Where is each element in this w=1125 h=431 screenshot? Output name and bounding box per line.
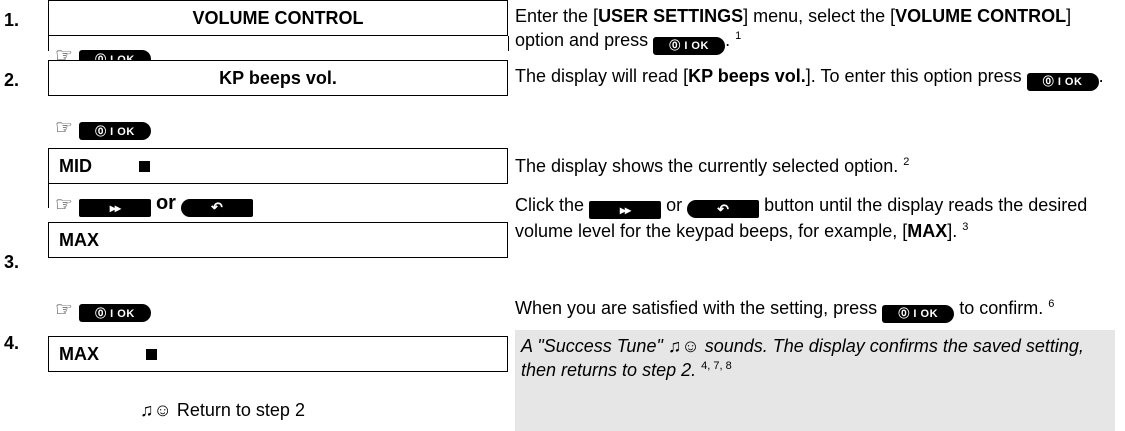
selected-marker-icon	[139, 160, 150, 172]
ok-button[interactable]: ⓪ I OK	[882, 305, 955, 323]
display-volume-control: VOLUME CONTROL	[48, 0, 508, 36]
step2-key-row: ☞ ⓪ I OK	[55, 116, 151, 140]
back-button[interactable]: ↶	[687, 200, 760, 218]
divider	[48, 180, 49, 208]
divider	[508, 36, 509, 51]
display-text: KP beeps vol.	[219, 67, 337, 88]
text: or	[666, 195, 683, 215]
step3-key-row: ☞ ▸▸ or ↶	[55, 192, 253, 217]
footnote-ref: 2	[903, 156, 910, 168]
step-number-3: 3.	[4, 252, 20, 272]
step3-description: Click the ▸▸ or ↶ button until the displ…	[515, 193, 1115, 243]
success-note: A "Success Tune" ♫☺ sounds. The display …	[515, 330, 1115, 431]
ok-button[interactable]: ⓪ I OK	[78, 122, 151, 140]
text: A "Success Tune" ♫☺ sounds. The display …	[521, 336, 1084, 356]
text: .	[1098, 66, 1104, 86]
text: When you are satisfied with the setting,…	[515, 298, 878, 318]
display-text: MAX	[59, 343, 99, 364]
text: The display will read [	[515, 66, 689, 86]
text: .	[691, 360, 697, 380]
text: Enter the [	[515, 6, 599, 26]
text: button until the display reads the desir…	[764, 195, 1088, 215]
selected-marker-icon	[146, 348, 157, 360]
ok-button[interactable]: ⓪ I OK	[78, 304, 151, 322]
text: The display shows the currently selected…	[515, 156, 899, 176]
display-mid: MID	[48, 148, 508, 184]
text: option and press	[515, 30, 649, 50]
display-max: MAX	[48, 222, 508, 258]
option-name: VOLUME CONTROL	[895, 6, 1067, 26]
forward-button[interactable]: ▸▸	[78, 199, 151, 217]
step-number-2: 2.	[4, 70, 20, 90]
hand-pointer-icon: ☞	[55, 299, 73, 321]
footnote-ref: 6	[1048, 298, 1055, 310]
display-text: MAX	[59, 229, 99, 250]
forward-button[interactable]: ▸▸	[589, 201, 662, 219]
ok-button[interactable]: ⓪ I OK	[653, 37, 726, 55]
text: ]	[1066, 6, 1072, 26]
return-to-step-2: ♫☺ Return to step 2	[140, 400, 305, 420]
back-button[interactable]: ↶	[180, 198, 253, 217]
step4-description: When you are satisfied with the setting,…	[515, 296, 1115, 323]
hand-pointer-icon: ☞	[55, 194, 73, 216]
step4-key-row: ☞ ⓪ I OK	[55, 298, 151, 322]
mid-description: The display shows the currently selected…	[515, 154, 1115, 178]
display-kp-beeps: KP beeps vol.	[48, 60, 508, 96]
text: Click the	[515, 195, 585, 215]
text: to confirm.	[959, 298, 1044, 318]
text: .	[725, 30, 731, 50]
step2-description: The display will read [KP beeps vol.]. T…	[515, 64, 1115, 91]
display-text: MID	[59, 155, 92, 176]
option-name: MAX	[907, 221, 948, 241]
step-number-1: 1.	[4, 10, 20, 30]
step1-description: Enter the [USER SETTINGS] menu, select t…	[515, 4, 1115, 55]
text: then returns to step 2	[521, 360, 692, 380]
display-text: VOLUME CONTROL	[192, 7, 364, 28]
footnote-ref: 3	[962, 221, 969, 233]
option-name: KP beeps vol.	[688, 66, 806, 86]
step-number-4: 4.	[4, 333, 20, 353]
text: ] menu, select the [	[743, 6, 896, 26]
text: ]. To enter this option press	[805, 66, 1022, 86]
ok-button[interactable]: ⓪ I OK	[1026, 73, 1099, 91]
hand-pointer-icon: ☞	[55, 117, 73, 139]
or-label: or	[155, 192, 176, 214]
display-max-saved: MAX	[48, 336, 508, 372]
footnote-ref: 1	[735, 30, 742, 42]
menu-name: USER SETTINGS	[598, 6, 744, 26]
divider	[48, 36, 49, 51]
footnote-ref: 4, 7, 8	[701, 360, 732, 372]
text: ].	[947, 221, 958, 241]
text: volume level for the keypad beeps, for e…	[515, 221, 908, 241]
